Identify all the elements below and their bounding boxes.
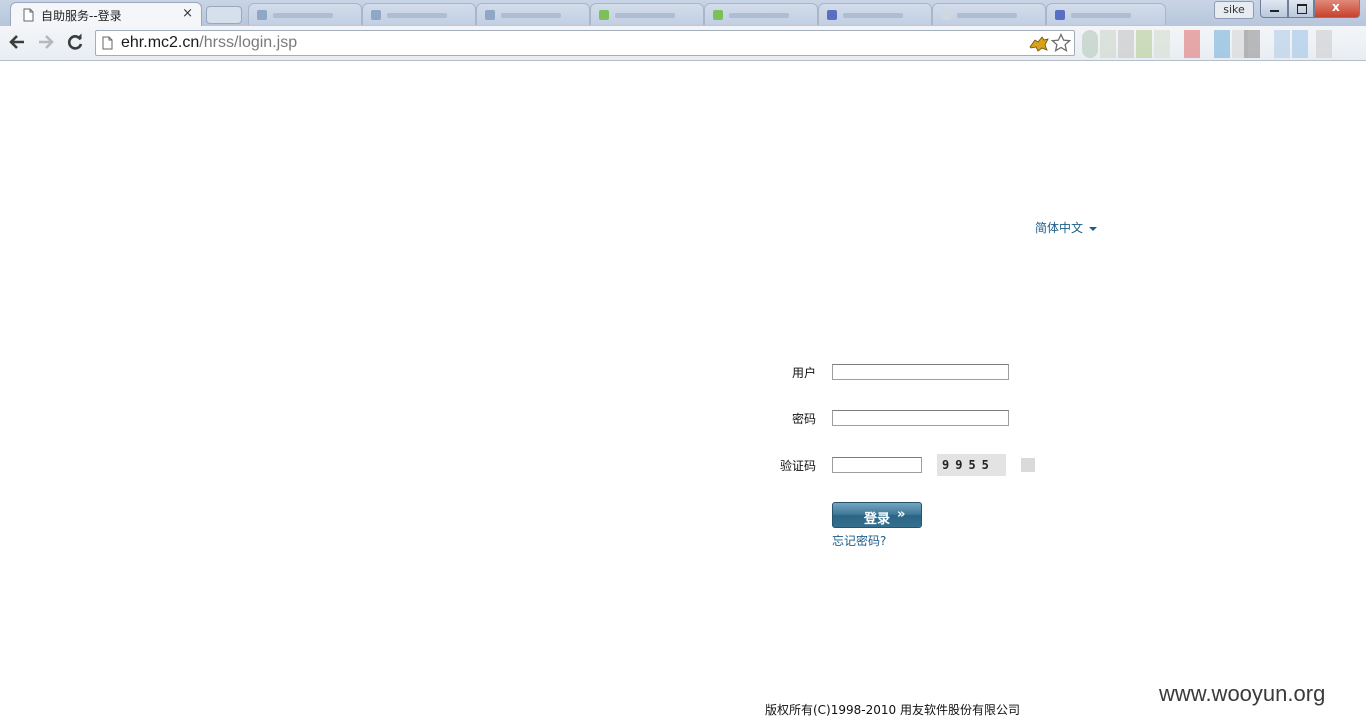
active-tab[interactable]: 自助服务--登录 × — [10, 2, 202, 26]
watermark-text: www.wooyun.org — [1159, 681, 1326, 706]
forgot-password-link[interactable]: 忘记密码? — [832, 532, 886, 549]
new-tab-button[interactable] — [206, 6, 242, 24]
background-tab[interactable] — [704, 3, 818, 25]
tomcat-extension-icon[interactable] — [1029, 34, 1049, 52]
page-icon — [102, 36, 113, 50]
background-tab[interactable] — [590, 3, 704, 25]
background-tab[interactable] — [362, 3, 476, 25]
profile-badge[interactable]: sike — [1214, 1, 1254, 19]
close-icon: x — [1332, 0, 1340, 14]
document-icon — [23, 8, 34, 22]
extensions-area — [1082, 28, 1366, 58]
url-text: ehr.mc2.cn/hrss/login.jsp — [121, 34, 297, 52]
back-arrow-icon[interactable] — [7, 32, 27, 52]
background-tab[interactable] — [1046, 3, 1166, 25]
username-input[interactable] — [832, 364, 1009, 380]
window-close-button[interactable]: x — [1314, 0, 1360, 18]
extension-icon[interactable] — [1274, 30, 1290, 58]
captcha-refresh-icon[interactable] — [1021, 458, 1035, 472]
copyright-text: 版权所有(C)1998-2010 用友软件股份有限公司 — [765, 703, 1020, 717]
url-path: /hrss/login.jsp — [199, 34, 298, 51]
captcha-image[interactable]: 9955 — [937, 454, 1006, 476]
double-chevron-right-icon: » — [897, 507, 906, 522]
tab-title: 自助服务--登录 — [41, 9, 122, 23]
extension-icon[interactable] — [1292, 30, 1308, 58]
language-label: 简体中文 — [1035, 221, 1084, 235]
password-input[interactable] — [832, 410, 1009, 426]
bookmark-star-icon[interactable] — [1051, 33, 1071, 53]
captcha-label: 验证码 — [780, 459, 817, 473]
background-tab[interactable] — [248, 3, 362, 25]
background-tab[interactable] — [818, 3, 932, 25]
extension-icon[interactable] — [1100, 30, 1116, 58]
username-label: 用户 — [792, 366, 817, 380]
extension-icon[interactable] — [1214, 30, 1230, 58]
url-host: ehr.mc2.cn — [121, 34, 200, 51]
address-bar[interactable]: ehr.mc2.cn/hrss/login.jsp — [95, 30, 1075, 56]
restore-icon[interactable] — [1288, 0, 1314, 18]
reload-icon[interactable] — [65, 32, 85, 52]
extension-icon[interactable] — [1184, 30, 1200, 58]
close-tab-icon[interactable]: × — [182, 6, 193, 21]
background-tab[interactable] — [476, 3, 590, 25]
extension-icon[interactable] — [1136, 30, 1152, 58]
browser-tabstrip: 自助服务--登录 × sike x — [0, 0, 1366, 26]
browser-toolbar: ehr.mc2.cn/hrss/login.jsp — [0, 26, 1366, 61]
password-label: 密码 — [792, 412, 817, 426]
minimize-icon[interactable] — [1260, 0, 1288, 18]
extension-icon[interactable] — [1118, 30, 1134, 58]
forward-arrow-icon[interactable] — [36, 32, 56, 52]
caret-down-icon — [1089, 226, 1098, 231]
extension-icon[interactable] — [1316, 30, 1332, 58]
extension-icon[interactable] — [1244, 30, 1260, 58]
captcha-input[interactable] — [832, 457, 922, 473]
login-button-label: 登录 — [864, 512, 891, 527]
background-tab[interactable] — [932, 3, 1046, 25]
language-selector[interactable]: 简体中文 — [1035, 219, 1098, 236]
login-button[interactable]: 登录 » — [832, 502, 922, 528]
extension-icon[interactable] — [1082, 30, 1098, 58]
extension-icon[interactable] — [1154, 30, 1170, 58]
